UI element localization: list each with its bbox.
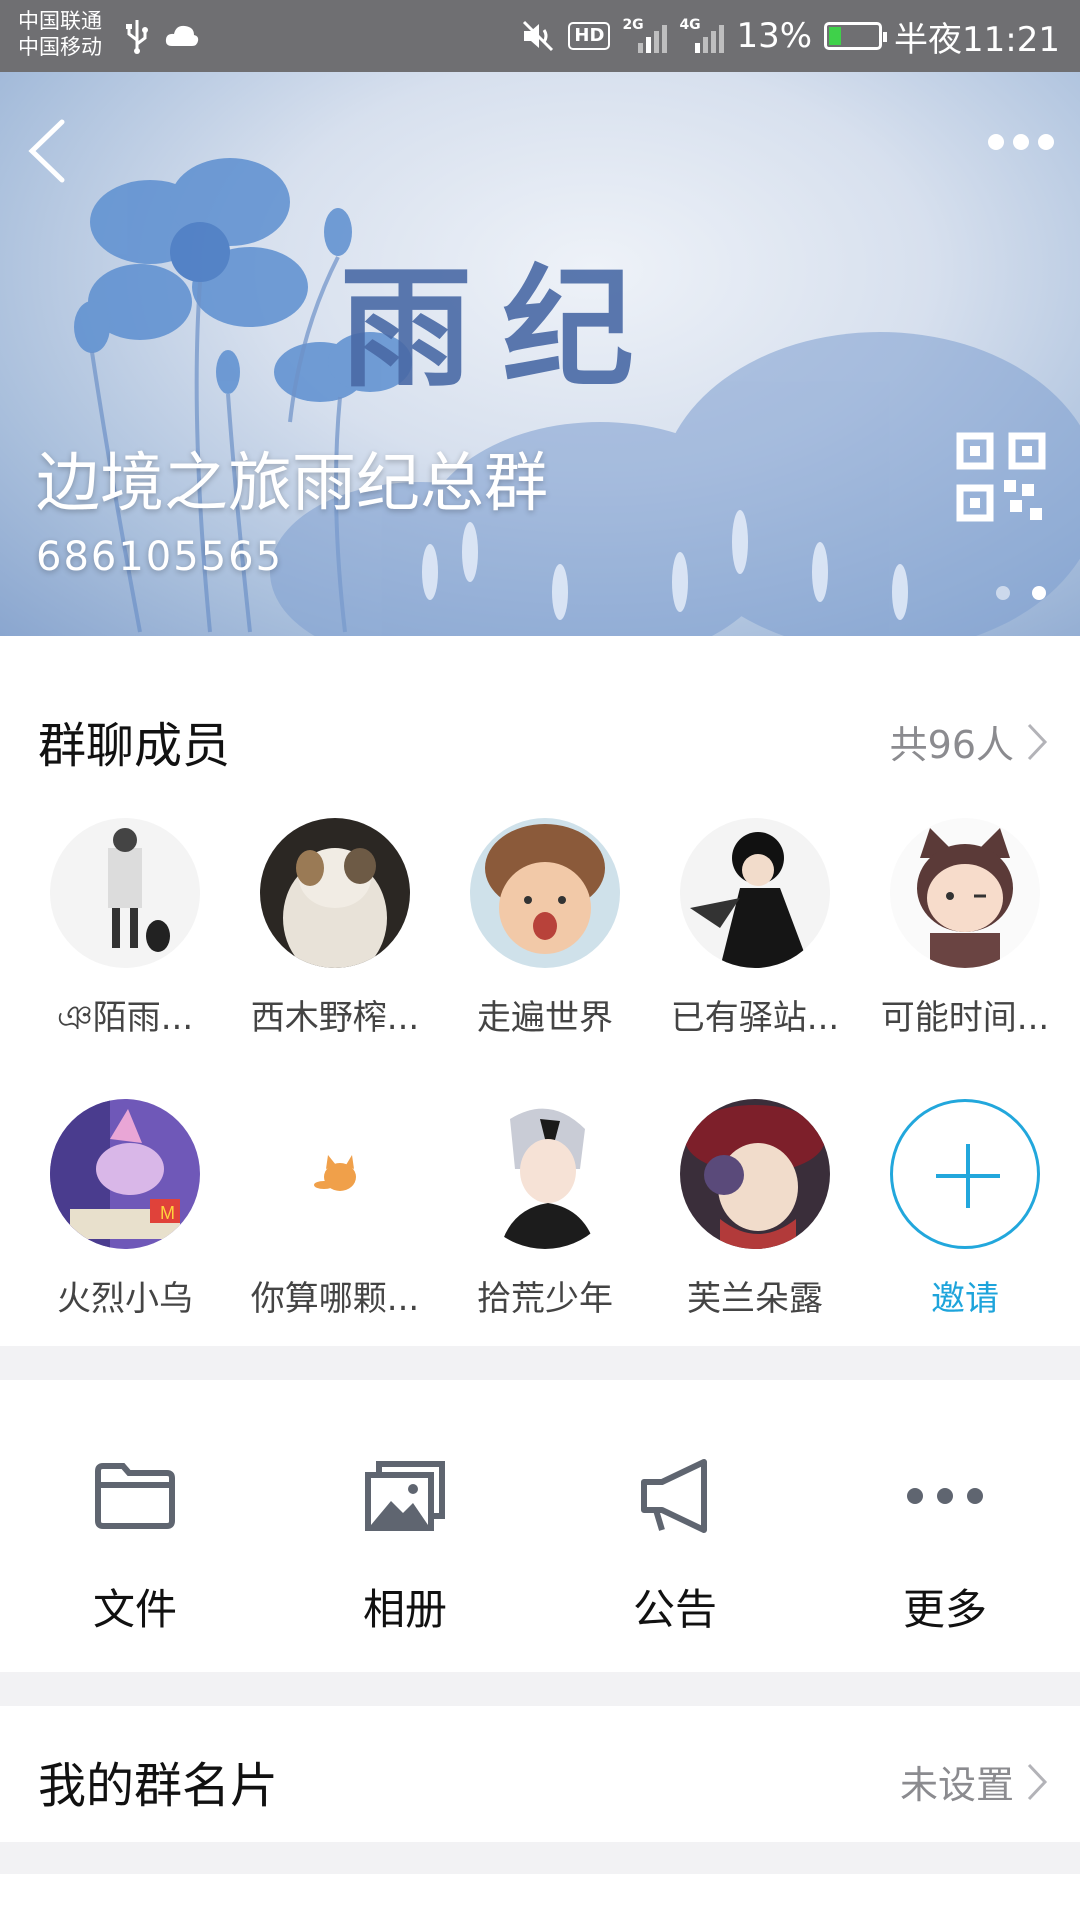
members-count: 共96人 [889,723,1014,767]
album-button[interactable]: 相册 [270,1380,540,1672]
hd-badge: HD [568,22,611,50]
carousel-dot-1 [996,586,1010,600]
more-options-icon[interactable] [988,134,1054,150]
carrier-2: 中国移动 [18,35,102,59]
avatar [680,1099,830,1249]
my-group-card-value-wrap: 未设置 [900,1754,1048,1809]
avatar [680,818,830,968]
member-name: 火烈小乌 [57,1279,193,1319]
qr-code-icon[interactable] [956,432,1046,522]
clock: 半夜11:21 [894,19,1060,60]
member-name: ঞ陌雨... [56,998,194,1038]
chevron-right-icon [1027,1763,1048,1800]
cloud-icon [165,25,199,46]
my-group-card-row[interactable]: 我的群名片 未设置 [0,1706,1080,1842]
member-name: 走遍世界 [477,998,613,1038]
members-section: 群聊成员 共96人 ঞ陌雨... 西木野榨... 走遍世界 已有驿站... 可能… [0,636,1080,1346]
invite-label: 邀请 [931,1279,999,1319]
group-id: 686105565 [36,534,284,580]
chevron-right-icon [1027,723,1048,760]
member-name: 芙兰朵露 [687,1279,823,1319]
member-item[interactable]: 你算哪颗... [230,1099,440,1320]
member-item[interactable]: 走遍世界 [440,818,650,1049]
carousel-dot-2 [1032,586,1046,600]
members-grid: ঞ陌雨... 西木野榨... 走遍世界 已有驿站... 可能时间... M 火烈… [20,818,1070,1320]
notice-button[interactable]: 公告 [540,1380,810,1672]
avatar [470,1099,620,1249]
avatar [470,818,620,968]
members-title: 群聊成员 [38,718,231,774]
member-name: 可能时间... [880,998,1050,1038]
member-item[interactable]: M 火烈小乌 [20,1099,230,1320]
status-icons: HD 2G 4G 13% 半夜11:21 [520,0,1060,72]
next-row [0,1874,1080,1920]
carrier-1: 中国联通 [18,9,102,33]
member-item[interactable]: 拾荒少年 [440,1099,650,1320]
signal-2g-icon: 2G [622,17,668,53]
avatar [260,1099,410,1249]
my-group-card-title: 我的群名片 [38,1758,279,1814]
member-name: 西木野榨... [250,998,420,1038]
battery-icon [824,22,888,50]
banner-art-title: 雨纪 [340,251,664,406]
more-tools-button[interactable]: 更多 [810,1380,1080,1672]
avatar [50,818,200,968]
group-tools: 文件 相册 公告 更多 [0,1380,1080,1672]
svg-text:M: M [160,1203,175,1223]
more-icon [907,1488,983,1504]
member-name: 你算哪颗... [250,1279,420,1319]
notice-label: 公告 [632,1585,717,1634]
status-bar: 中国联通 中国移动 HD 2G 4G 13% 半夜11:21 [0,0,1080,72]
album-icon [365,1461,445,1531]
group-name: 边境之旅雨纪总群 [36,447,548,521]
megaphone-icon [641,1459,707,1533]
add-member-icon [890,1099,1040,1249]
folder-icon [95,1463,175,1529]
files-label: 文件 [92,1585,177,1634]
member-item[interactable]: 可能时间... [860,818,1070,1049]
member-item[interactable]: 已有驿站... [650,818,860,1049]
back-icon[interactable] [22,114,72,188]
member-item[interactable]: 西木野榨... [230,818,440,1049]
invite-button[interactable]: 邀请 [860,1099,1070,1320]
group-banner[interactable]: 雨纪 边境之旅雨纪总群 686105565 [0,72,1080,636]
avatar: M [50,1099,200,1249]
signal-4g-icon: 4G [679,17,725,53]
battery-percent: 13% [736,16,813,56]
avatar [260,818,410,968]
carousel-indicator [996,586,1046,600]
avatar [890,818,1040,968]
files-button[interactable]: 文件 [0,1380,270,1672]
member-item[interactable]: 芙兰朵露 [650,1099,860,1320]
usb-icon [126,20,148,54]
member-item[interactable]: ঞ陌雨... [20,818,230,1049]
more-label: 更多 [902,1585,987,1634]
album-label: 相册 [362,1585,447,1634]
my-group-card-value: 未设置 [899,1763,1014,1807]
carrier-info: 中国联通 中国移动 [18,8,102,60]
member-name: 已有驿站... [670,998,840,1038]
member-name: 拾荒少年 [477,1279,613,1319]
members-count-link[interactable]: 共96人 [890,714,1048,769]
mute-icon [523,20,554,52]
